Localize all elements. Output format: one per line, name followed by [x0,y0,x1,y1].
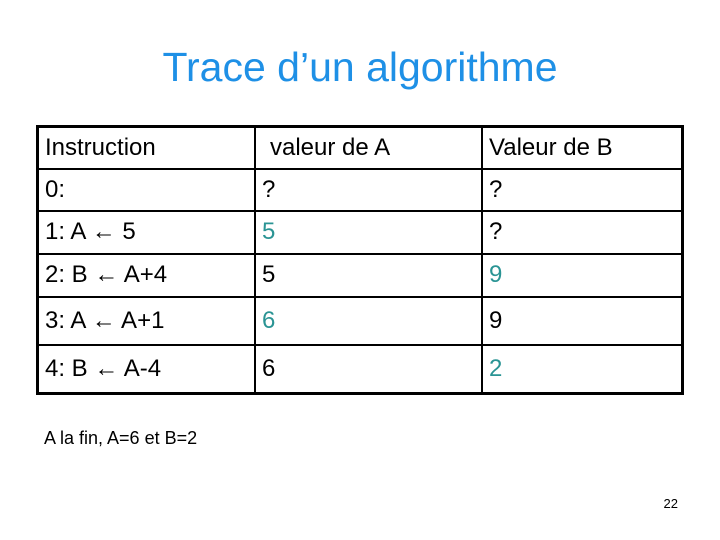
page-number: 22 [663,496,678,511]
trace-table: Instruction valeur de A Valeur de B 0: ?… [36,125,684,395]
instruction-cell: 1: A ← 5 [36,210,256,255]
slide-title: Trace d’un algorithme [162,44,558,90]
value-a-cell: 5 [254,253,483,298]
value-b-cell: ? [481,168,684,212]
value-a-cell: 6 [254,296,483,346]
table-row: 2: B ← A+4 5 9 [36,253,684,298]
instruction-cell: 4: B ← A-4 [36,344,256,395]
value-a-cell: 5 [254,210,483,255]
header-value-b: Valeur de B [481,125,684,170]
value-b-cell: 9 [481,253,684,298]
value-a-cell: ? [254,168,483,212]
value-b-cell: 9 [481,296,684,346]
instruction-cell: 3: A ← A+1 [36,296,256,346]
instruction-cell: 2: B ← A+4 [36,253,256,298]
table-row: 3: A ← A+1 6 9 [36,296,684,346]
table-row: 4: B ← A-4 6 2 [36,344,684,395]
value-b-cell: ? [481,210,684,255]
table-row: 0: ? ? [36,168,684,212]
table-row: 1: A ← 5 5 ? [36,210,684,255]
instruction-cell: 0: [36,168,256,212]
header-value-a: valeur de A [254,125,483,170]
value-a-cell: 6 [254,344,483,395]
conclusion-text: A la fin, A=6 et B=2 [44,428,198,448]
table-header-row: Instruction valeur de A Valeur de B [36,125,684,170]
value-b-cell: 2 [481,344,684,395]
header-instruction: Instruction [36,125,256,170]
